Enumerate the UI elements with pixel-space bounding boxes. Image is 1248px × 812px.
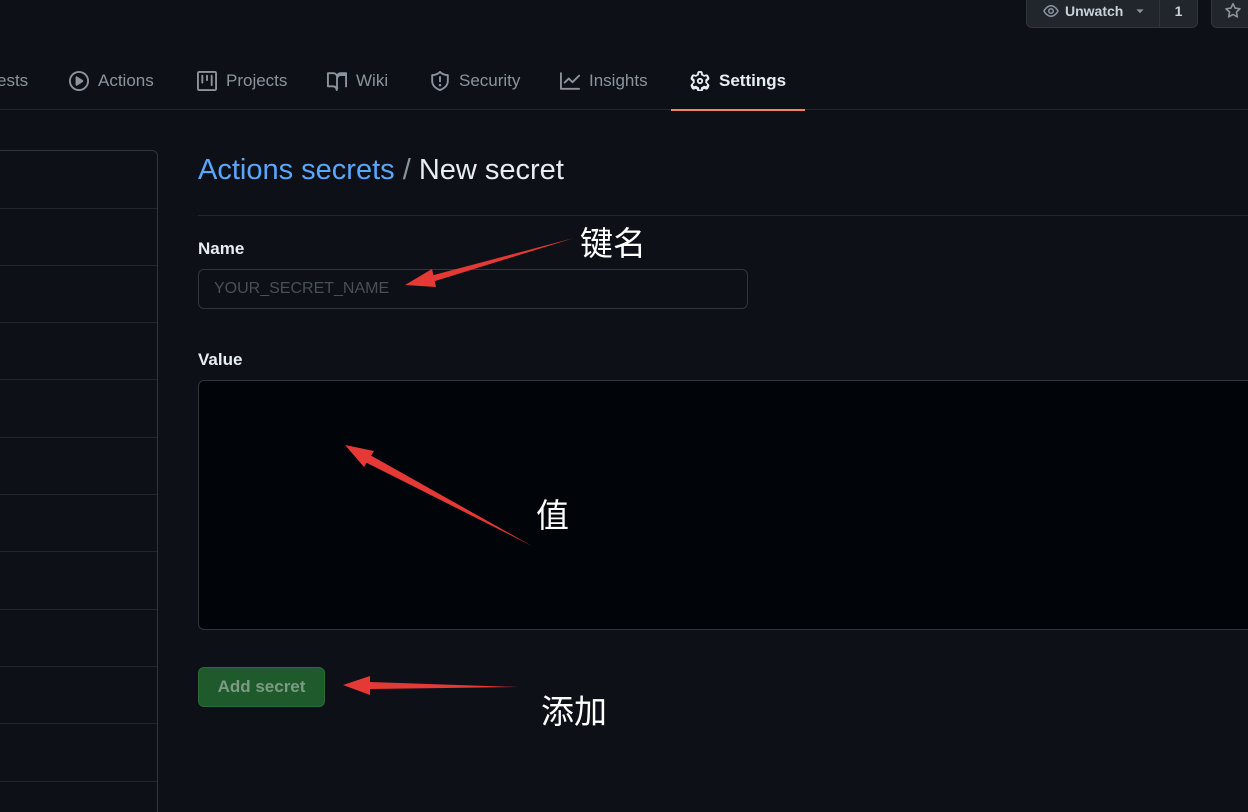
shield-icon [431,71,449,91]
sidebar-divider [0,609,157,610]
annotation-name-note: 键名 [580,224,646,263]
annotation-value-note: 值 [536,496,569,535]
settings-sidebar [0,150,158,812]
sidebar-divider [0,208,157,209]
tab-projects[interactable]: Projects [197,52,287,110]
gear-icon [690,71,710,91]
tab-security[interactable]: Security [430,52,520,110]
unwatch-button[interactable]: Unwatch [1027,0,1159,27]
breadcrumb-current: New secret [418,154,564,186]
sidebar-divider [0,666,157,667]
sidebar-divider [0,265,157,266]
eye-icon [1043,5,1059,17]
watch-count[interactable]: 1 [1159,0,1197,27]
tab-label: Insights [589,71,648,90]
star-button[interactable] [1211,0,1248,28]
sidebar-divider [0,494,157,495]
add-secret-button[interactable]: Add secret [198,667,325,707]
annotation-submit-note: 添加 [541,692,607,731]
graph-icon [560,72,580,90]
star-icon [1225,2,1241,18]
tab-wiki[interactable]: Wiki [327,52,388,110]
name-label: Name [198,239,245,258]
tab-label: ests [0,71,29,90]
secret-name-input[interactable] [198,269,748,309]
tab-settings[interactable]: Settings [670,52,806,111]
play-icon [69,71,89,91]
tab-label: Projects [226,71,288,90]
project-icon [197,71,217,91]
tab-label: Wiki [356,71,389,90]
sidebar-divider [0,379,157,380]
book-icon [327,72,347,91]
tab-pull-requests[interactable]: ests [0,52,28,110]
sidebar-divider [0,551,157,552]
value-label: Value [198,350,243,369]
tab-label: Actions [98,71,154,90]
sidebar-divider [0,322,157,323]
tab-actions[interactable]: Actions [69,52,154,110]
repo-tab-nav: ests Actions Projects Wiki Security Insi… [0,52,1248,111]
tab-label: Settings [719,71,787,90]
page-title: Actions secrets / New secret [198,154,564,187]
breadcrumb-actions-secrets[interactable]: Actions secrets [198,154,395,186]
unwatch-label: Unwatch [1065,3,1124,19]
tab-label: Security [459,71,521,90]
arrow-to-add-button [343,676,518,695]
breadcrumb-separator: / [402,154,411,186]
unwatch-button-group: Unwatch 1 [1026,0,1198,28]
sidebar-divider [0,781,157,782]
title-divider [198,215,1248,216]
caret-down-icon [1136,9,1144,14]
tab-insights[interactable]: Insights [560,52,648,110]
secret-value-textarea[interactable] [198,380,1248,630]
sidebar-divider [0,723,157,724]
sidebar-divider [0,437,157,438]
